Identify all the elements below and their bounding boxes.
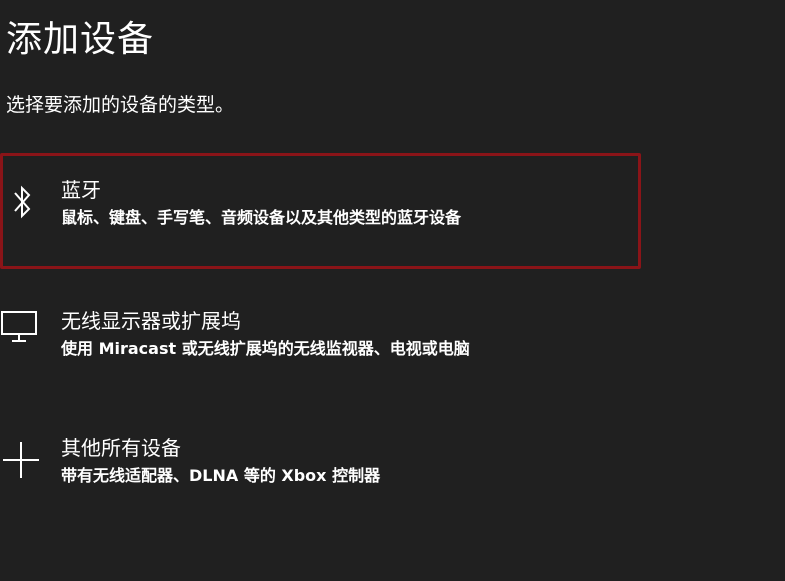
option-description: 使用 Miracast 或无线扩展坞的无线监视器、电视或电脑	[61, 339, 470, 358]
option-title: 其他所有设备	[61, 436, 181, 460]
plus-icon	[0, 438, 44, 482]
monitor-icon	[0, 304, 43, 348]
bluetooth-icon	[1, 180, 45, 224]
option-description: 鼠标、键盘、手写笔、音频设备以及其他类型的蓝牙设备	[61, 208, 462, 227]
page-title: 添加设备	[6, 19, 155, 60]
page-subtitle: 选择要添加的设备的类型。	[6, 94, 235, 116]
option-wireless-display[interactable]: 无线显示器或扩展坞 使用 Miracast 或无线扩展坞的无线监视器、电视或电脑	[0, 290, 640, 402]
option-bluetooth[interactable]: 蓝牙 鼠标、键盘、手写笔、音频设备以及其他类型的蓝牙设备	[0, 153, 641, 269]
option-other-devices[interactable]: 其他所有设备 带有无线适配器、DLNA 等的 Xbox 控制器	[0, 418, 640, 530]
option-description: 带有无线适配器、DLNA 等的 Xbox 控制器	[61, 466, 381, 485]
option-title: 无线显示器或扩展坞	[61, 309, 241, 333]
add-device-dialog: 添加设备 选择要添加的设备的类型。 蓝牙 鼠标、键盘、手写笔、音频设备以及其他类…	[0, 0, 785, 581]
option-title: 蓝牙	[61, 178, 101, 202]
